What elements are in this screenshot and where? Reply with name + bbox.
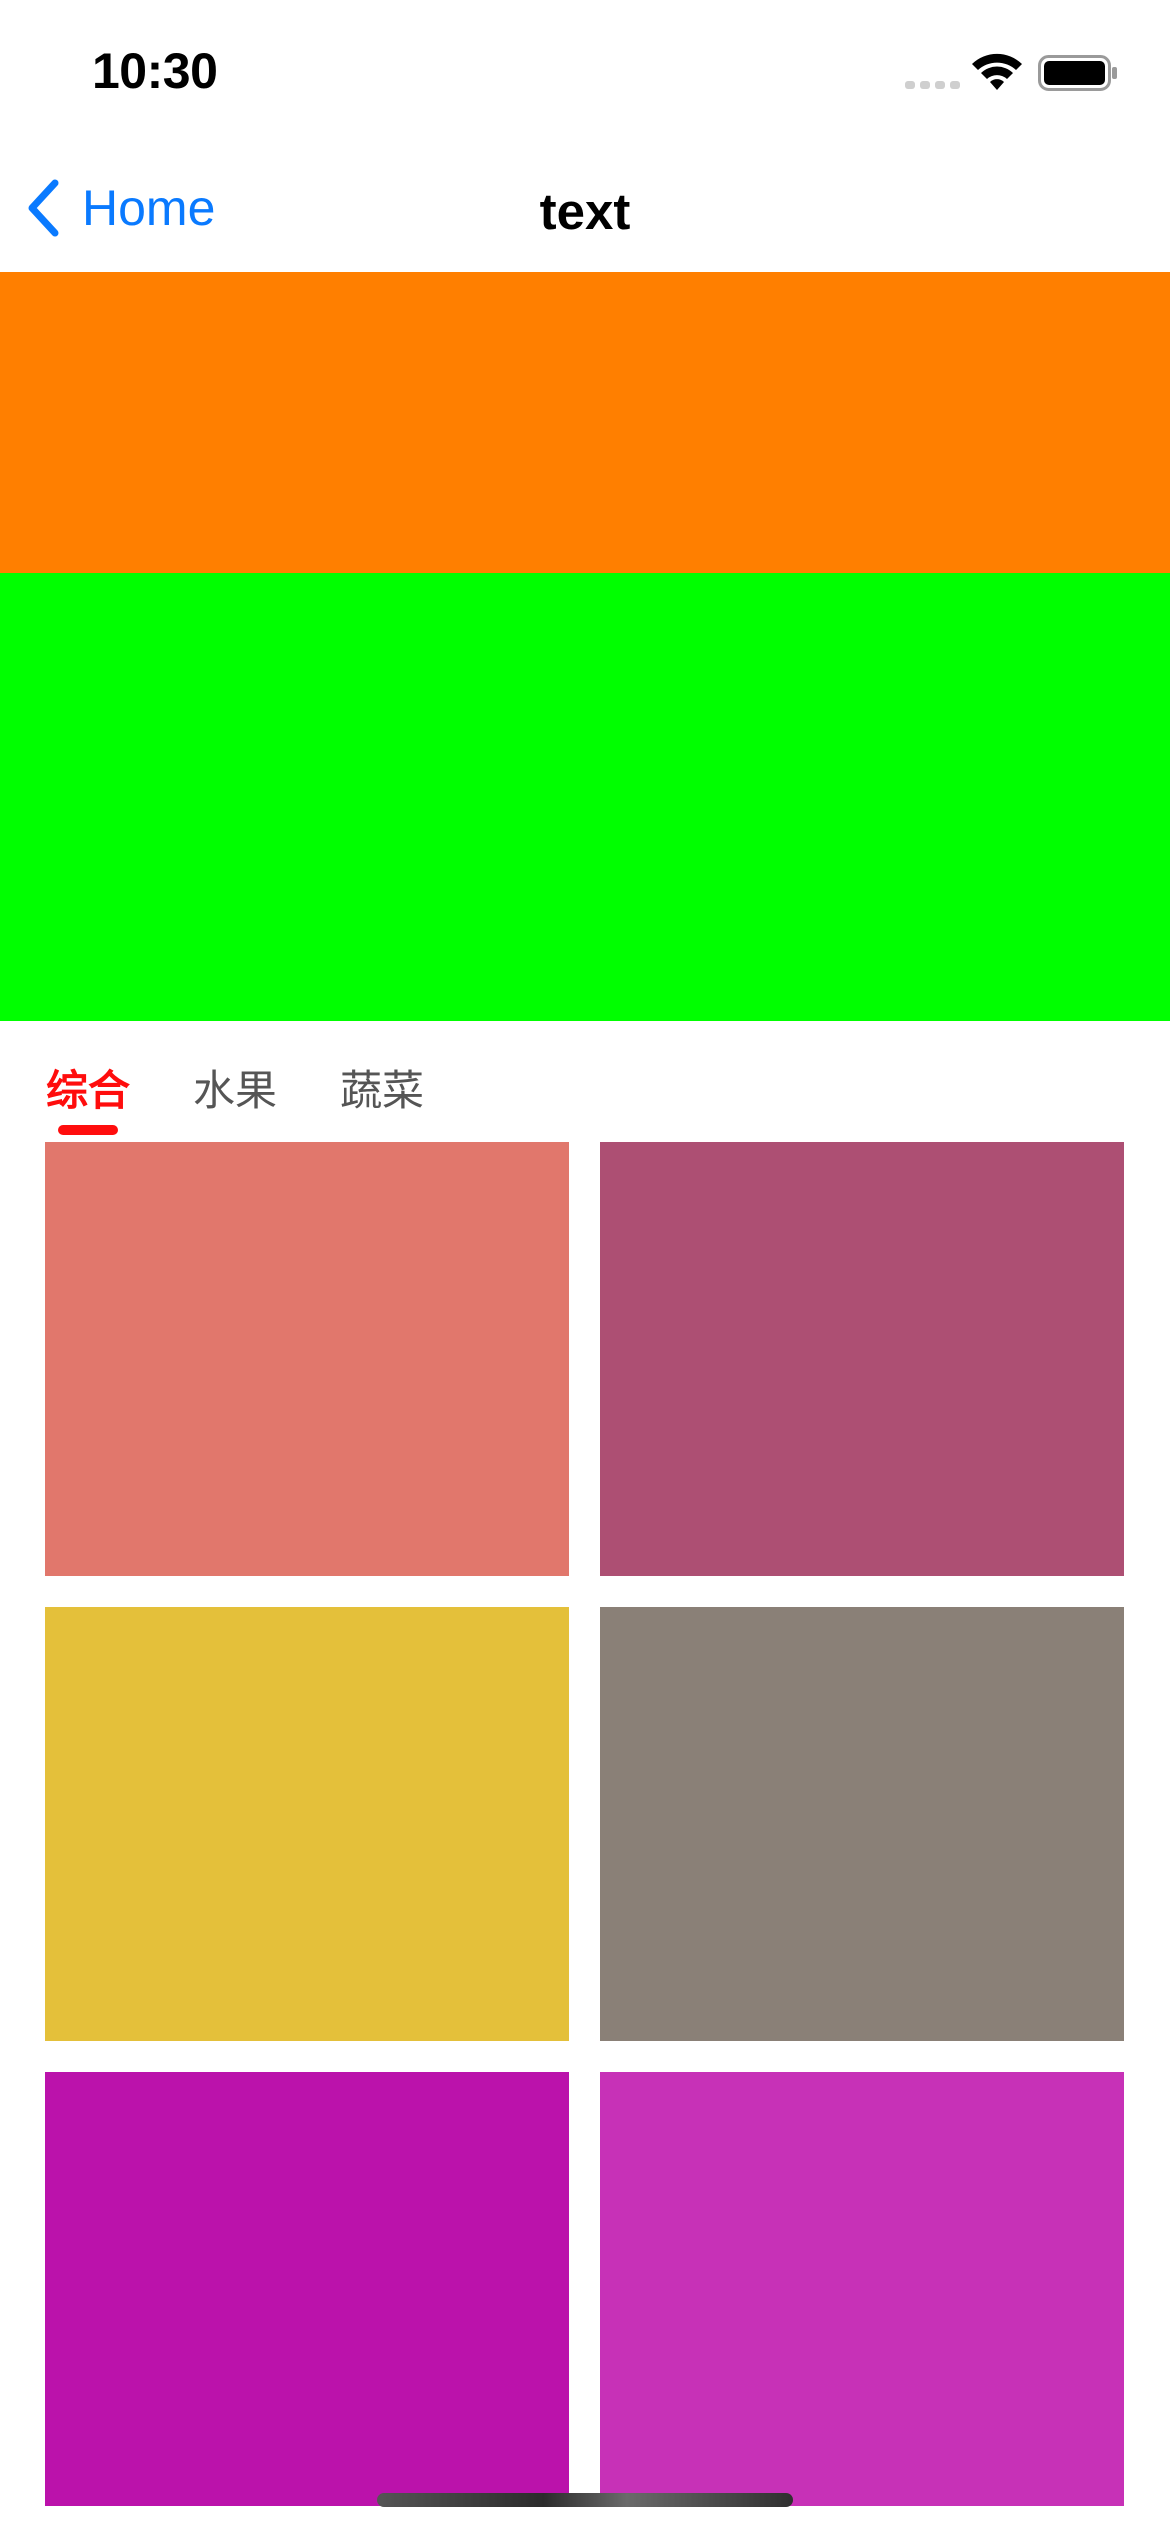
grid-card[interactable] [600, 1142, 1124, 1576]
battery-icon [1038, 55, 1117, 91]
page-title: text [539, 183, 631, 240]
grid-card[interactable] [45, 1607, 569, 2041]
grid-card[interactable] [45, 2072, 569, 2506]
navigation-bar: Home text [0, 140, 1170, 272]
cellular-signal-icon [905, 81, 960, 89]
grid-card[interactable] [45, 1142, 569, 1576]
status-bar: 10:30 [0, 0, 1170, 140]
grid-card[interactable] [600, 1607, 1124, 2041]
grid-card[interactable] [600, 2072, 1124, 2506]
active-tab-indicator [58, 1125, 118, 1135]
product-grid [0, 1142, 1170, 2512]
status-time: 10:30 [92, 43, 218, 99]
tab-fruit[interactable]: 水果 [193, 1057, 277, 1118]
tab-comprehensive[interactable]: 综合 [46, 1057, 130, 1118]
category-tab-bar: 综合 水果 蔬菜 [0, 1021, 1170, 1141]
wifi-icon [972, 53, 1022, 90]
banner-green [0, 573, 1170, 1021]
home-indicator[interactable] [377, 2493, 793, 2507]
banner-orange [0, 272, 1170, 573]
tab-vegetables[interactable]: 蔬菜 [340, 1057, 424, 1118]
